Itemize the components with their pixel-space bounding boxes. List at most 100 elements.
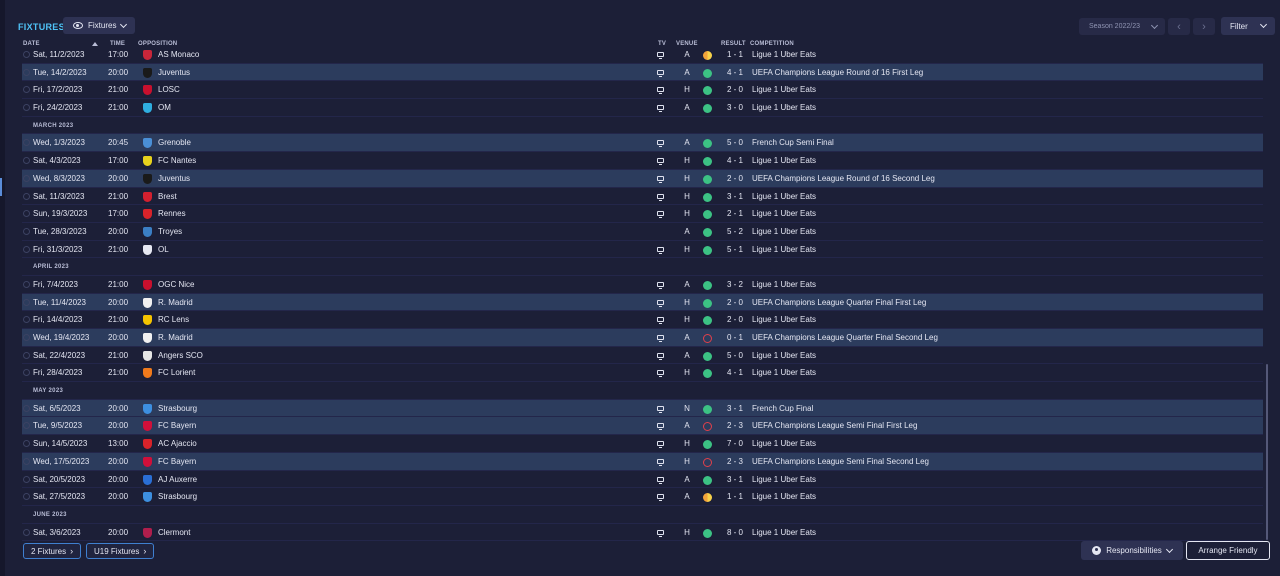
fixture-score[interactable]: 2 - 1: [722, 209, 748, 219]
fixture-competition[interactable]: UEFA Champions League Semi Final Second …: [752, 457, 929, 467]
opposition-link[interactable]: Juventus: [158, 174, 190, 184]
fixture-score[interactable]: 7 - 0: [722, 439, 748, 449]
fixture-score[interactable]: 3 - 2: [722, 280, 748, 290]
column-header-date[interactable]: DATE: [23, 41, 40, 47]
opposition-link[interactable]: Strasbourg: [158, 404, 197, 414]
fixture-score[interactable]: 2 - 3: [722, 421, 748, 431]
scrollbar[interactable]: [1266, 364, 1268, 540]
fixture-row[interactable]: Sat, 20/5/2023 20:00 AJ Auxerre A 3 - 1 Ligue…: [22, 471, 1263, 489]
opposition-link[interactable]: FC Bayern: [158, 421, 196, 431]
opposition-link[interactable]: FC Bayern: [158, 457, 196, 467]
responsibilities-button[interactable]: Responsibilities: [1081, 541, 1183, 560]
fixture-row[interactable]: Fri, 7/4/2023 21:00 OGC Nice A 3 - 2 Ligue 1 …: [22, 276, 1263, 294]
fixture-row[interactable]: Fri, 31/3/2023 21:00 OL H 5 - 1 Ligue 1 Uber …: [22, 241, 1263, 259]
fixture-row[interactable]: Tue, 28/3/2023 20:00 Troyes A 5 - 2 Ligue 1 U…: [22, 223, 1263, 241]
column-header-time[interactable]: TIME: [110, 41, 125, 47]
fixture-row[interactable]: Sat, 3/6/2023 20:00 Clermont H 8 - 0 Ligue 1 …: [22, 524, 1263, 541]
select-radio[interactable]: [23, 369, 30, 377]
fixture-competition[interactable]: Ligue 1 Uber Eats: [752, 245, 816, 255]
opposition-link[interactable]: R. Madrid: [158, 298, 193, 308]
select-radio[interactable]: [23, 334, 30, 341]
prev-season-button[interactable]: ‹: [1168, 18, 1190, 35]
fixture-score[interactable]: 0 - 1: [722, 333, 748, 343]
next-season-button[interactable]: ›: [1193, 18, 1215, 35]
fixture-score[interactable]: 3 - 1: [722, 475, 748, 485]
fixture-score[interactable]: 2 - 0: [722, 315, 748, 325]
opposition-link[interactable]: Strasbourg: [158, 492, 197, 502]
select-radio[interactable]: [23, 528, 30, 536]
opposition-link[interactable]: Brest: [158, 192, 177, 202]
select-radio[interactable]: [23, 280, 30, 288]
column-header-opposition[interactable]: OPPOSITION: [138, 41, 177, 47]
fixture-score[interactable]: 3 - 1: [722, 192, 748, 202]
fixture-competition[interactable]: Ligue 1 Uber Eats: [752, 227, 816, 237]
select-radio[interactable]: [23, 51, 30, 58]
select-radio[interactable]: [23, 440, 30, 448]
fixture-competition[interactable]: Ligue 1 Uber Eats: [752, 315, 816, 325]
column-header-venue[interactable]: VENUE: [676, 41, 698, 47]
fixture-score[interactable]: 4 - 1: [722, 368, 748, 378]
fixture-score[interactable]: 3 - 0: [722, 103, 748, 113]
fixture-competition[interactable]: UEFA Champions League Round of 16 First …: [752, 68, 923, 78]
fixture-row[interactable]: Wed, 8/3/2023 20:00 Juventus H 2 - 0 UEFA Cha…: [22, 169, 1263, 188]
select-radio[interactable]: [23, 139, 30, 147]
fixture-score[interactable]: 5 - 1: [722, 245, 748, 255]
select-radio[interactable]: [23, 192, 30, 200]
fixture-competition[interactable]: Ligue 1 Uber Eats: [752, 156, 816, 166]
opposition-link[interactable]: Grenoble: [158, 138, 191, 148]
select-radio[interactable]: [23, 86, 30, 94]
fixture-row[interactable]: Sat, 27/5/2023 20:00 Strasbourg A 1 - 1 Ligue…: [22, 488, 1263, 506]
fixture-competition[interactable]: Ligue 1 Uber Eats: [752, 192, 816, 202]
fixture-score[interactable]: 5 - 0: [722, 351, 748, 361]
fixture-score[interactable]: 4 - 1: [722, 68, 748, 78]
select-radio[interactable]: [23, 298, 30, 306]
fixture-row[interactable]: Tue, 14/2/2023 20:00 Juventus A 4 - 1 UEFA Ch…: [22, 63, 1263, 82]
opposition-link[interactable]: OM: [158, 103, 171, 113]
select-radio[interactable]: [23, 457, 30, 465]
fixture-row[interactable]: Sat, 22/4/2023 21:00 Angers SCO A 5 - 0 Ligue…: [22, 347, 1263, 365]
fixture-score[interactable]: 3 - 1: [722, 404, 748, 414]
fixture-score[interactable]: 5 - 2: [722, 227, 748, 237]
opposition-link[interactable]: FC Lorient: [158, 368, 195, 378]
select-radio[interactable]: [23, 157, 30, 165]
opposition-link[interactable]: LOSC: [158, 85, 180, 95]
fixture-score[interactable]: 8 - 0: [722, 528, 748, 538]
fixture-score[interactable]: 2 - 3: [722, 457, 748, 467]
fixture-competition[interactable]: French Cup Final: [752, 404, 813, 414]
fixture-row[interactable]: Wed, 19/4/2023 20:00 R. Madrid A 0 - 1 UEFA C…: [22, 329, 1263, 347]
fixture-row[interactable]: Fri, 24/2/2023 21:00 OM A 3 - 0 Ligue 1 Uber …: [22, 99, 1263, 117]
opposition-link[interactable]: Angers SCO: [158, 351, 203, 361]
select-radio[interactable]: [23, 422, 30, 430]
fixture-row[interactable]: Fri, 14/4/2023 21:00 RC Lens H 2 - 0 Ligue 1 …: [22, 311, 1263, 329]
fixture-competition[interactable]: Ligue 1 Uber Eats: [752, 209, 816, 219]
fixture-score[interactable]: 4 - 1: [722, 156, 748, 166]
arrange-friendly-button[interactable]: Arrange Friendly: [1186, 541, 1270, 560]
fixture-row[interactable]: Wed, 17/5/2023 20:00 FC Bayern H 2 - 3 UEFA C…: [22, 452, 1263, 471]
select-radio[interactable]: [23, 227, 30, 235]
fixture-score[interactable]: 5 - 0: [722, 138, 748, 148]
column-header-competition[interactable]: COMPETITION: [750, 41, 794, 47]
fixture-score[interactable]: 1 - 1: [722, 50, 748, 60]
fixture-row[interactable]: Wed, 1/3/2023 20:45 Grenoble A 5 - 0 French C…: [22, 134, 1263, 153]
opposition-link[interactable]: AJ Auxerre: [158, 475, 197, 485]
fixture-row[interactable]: Sun, 14/5/2023 13:00 AC Ajaccio H 7 - 0 Ligue…: [22, 435, 1263, 453]
select-radio[interactable]: [23, 245, 30, 253]
select-radio[interactable]: [23, 316, 30, 324]
opposition-link[interactable]: Rennes: [158, 209, 186, 219]
opposition-link[interactable]: AS Monaco: [158, 50, 199, 60]
fixture-competition[interactable]: Ligue 1 Uber Eats: [752, 85, 816, 95]
column-header-tv[interactable]: TV: [658, 41, 666, 47]
fixture-competition[interactable]: Ligue 1 Uber Eats: [752, 368, 816, 378]
opposition-link[interactable]: RC Lens: [158, 315, 189, 325]
opposition-link[interactable]: OGC Nice: [158, 280, 194, 290]
fixture-competition[interactable]: Ligue 1 Uber Eats: [752, 280, 816, 290]
opposition-link[interactable]: Juventus: [158, 68, 190, 78]
fixture-competition[interactable]: Ligue 1 Uber Eats: [752, 103, 816, 113]
fixture-row[interactable]: Sat, 4/3/2023 17:00 FC Nantes H 4 - 1 Ligue 1…: [22, 152, 1263, 170]
fixture-competition[interactable]: Ligue 1 Uber Eats: [752, 50, 816, 60]
filter-button[interactable]: Filter: [1221, 17, 1275, 35]
fixture-row[interactable]: Fri, 28/4/2023 21:00 FC Lorient H 4 - 1 Ligue…: [22, 364, 1263, 383]
fixture-score[interactable]: 2 - 0: [722, 85, 748, 95]
fixture-competition[interactable]: UEFA Champions League Round of 16 Second…: [752, 174, 935, 184]
select-radio[interactable]: [23, 174, 30, 182]
